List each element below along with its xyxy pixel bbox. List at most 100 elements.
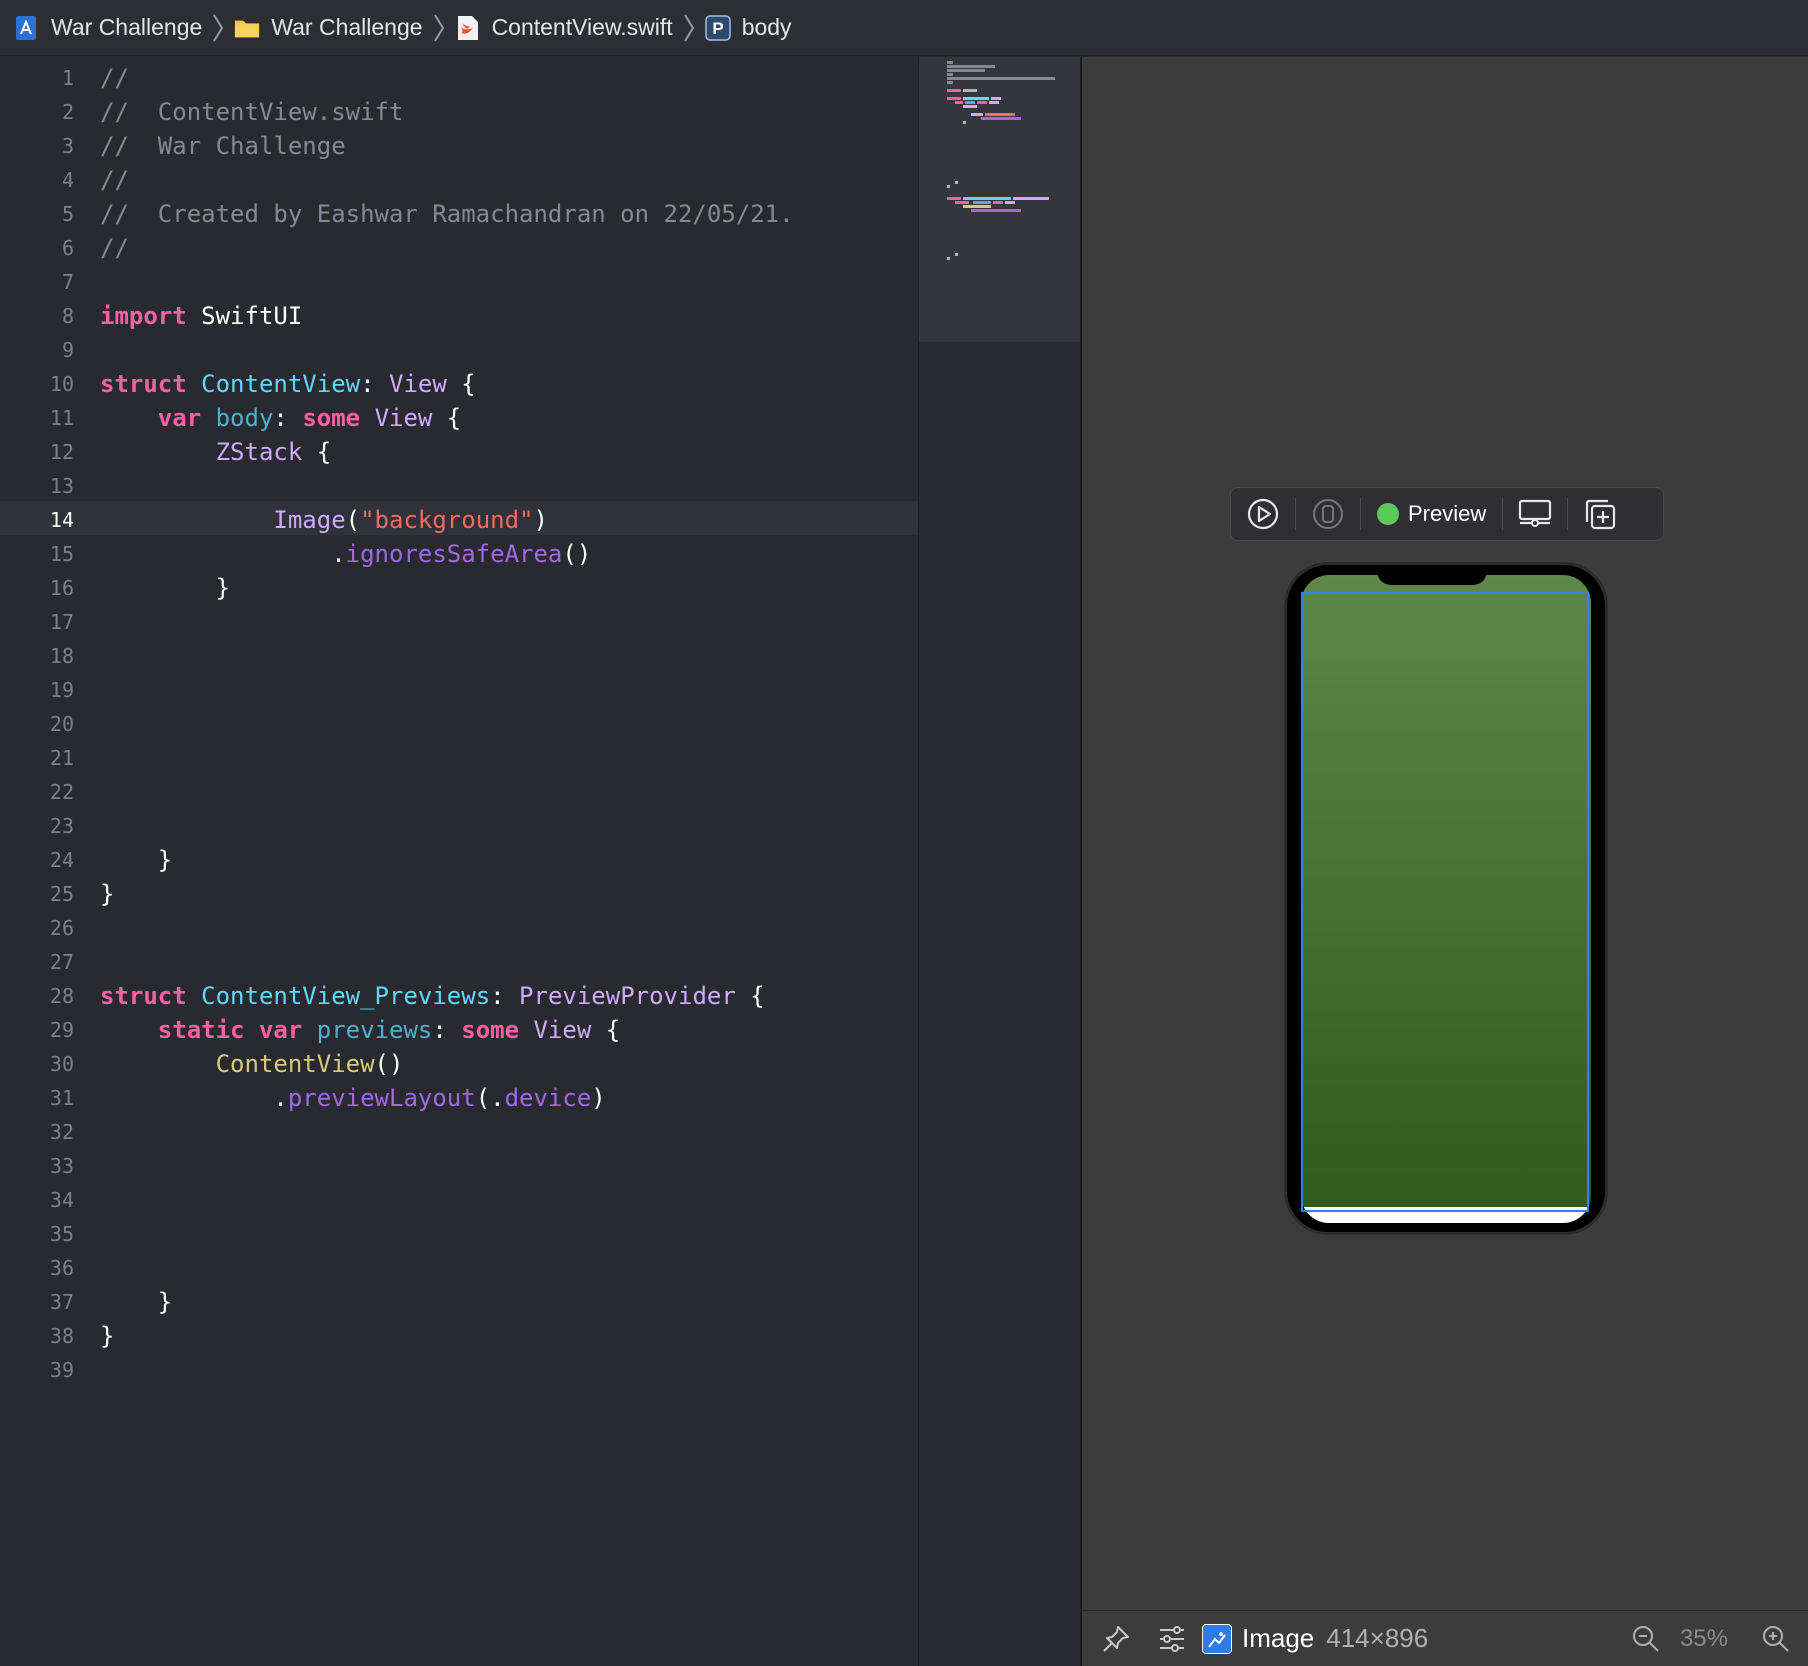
pin-preview-button[interactable]: [1096, 1619, 1136, 1659]
line-number: 4: [61, 168, 74, 192]
line-number: 34: [49, 1188, 74, 1212]
line-number: 9: [61, 338, 74, 362]
inspected-element-size: 414×896: [1326, 1623, 1429, 1653]
code-token: {: [302, 438, 332, 466]
code-token: (.: [475, 1084, 505, 1112]
breadcrumb-item-project[interactable]: War Challenge: [14, 0, 202, 56]
code-token: SwiftUI: [186, 302, 303, 330]
code-token: ContentView: [201, 370, 361, 398]
code-line[interactable]: //: [100, 163, 129, 197]
code-line[interactable]: // War Challenge: [100, 129, 346, 163]
zoom-out-button[interactable]: [1626, 1619, 1666, 1659]
pin-icon: [1103, 1625, 1129, 1652]
code-token: some: [461, 1016, 520, 1044]
code-line[interactable]: ContentView(): [100, 1047, 404, 1081]
breadcrumb: War Challenge War Challenge ContentView.…: [0, 0, 1808, 56]
duplicate-preview-button[interactable]: [1568, 488, 1632, 540]
code-token: body: [215, 404, 274, 432]
preview-canvas[interactable]: Preview Image 414×896 35%: [1080, 57, 1808, 1666]
code-token: var: [258, 1016, 303, 1044]
code-editor[interactable]: 1 2 3 4 5 6 7 8 9 10 11 12 13 14 15 16 17 18 19 20 21 22 23 24 2…: [0, 57, 918, 1666]
code-line[interactable]: //: [100, 231, 129, 265]
code-line[interactable]: .ignoresSafeArea(): [100, 537, 591, 571]
code-token: // War Challenge: [100, 132, 346, 160]
code-line[interactable]: var body: some View {: [100, 401, 461, 435]
code-token: static: [157, 1016, 245, 1044]
code-line[interactable]: }: [100, 877, 114, 911]
code-line[interactable]: import SwiftUI: [100, 299, 302, 333]
code-token: some: [302, 404, 361, 432]
line-number: 7: [61, 270, 74, 294]
swift-file-icon: [455, 15, 481, 41]
code-token: device: [504, 1084, 592, 1112]
code-token: ): [533, 506, 548, 534]
line-number: 15: [49, 542, 74, 566]
line-number: 1: [61, 66, 74, 90]
preview-on-device-icon: [1313, 499, 1343, 529]
code-token: {: [432, 404, 462, 432]
chevron-right-icon: [213, 13, 224, 42]
code-token: :: [360, 370, 390, 398]
line-number: 22: [49, 780, 74, 804]
code-token: (): [562, 540, 592, 568]
line-number: 14: [49, 508, 74, 532]
code-token: struct: [100, 370, 187, 398]
live-preview-button[interactable]: [1231, 488, 1295, 540]
code-line[interactable]: }: [100, 843, 172, 877]
code-line[interactable]: // ContentView.swift: [100, 95, 403, 129]
code-line[interactable]: }: [100, 1285, 172, 1319]
preview-label: Preview: [1408, 501, 1487, 526]
zoom-out-icon: [1632, 1625, 1659, 1652]
code-line[interactable]: }: [100, 571, 230, 605]
line-number: 31: [49, 1086, 74, 1110]
code-line[interactable]: struct ContentView: View {: [100, 367, 476, 401]
line-number: 30: [49, 1052, 74, 1076]
breadcrumb-item-folder[interactable]: War Challenge: [234, 0, 423, 56]
code-token: "background": [360, 506, 534, 534]
chevron-right-icon: [683, 13, 694, 42]
code-token: ignoresSafeArea: [345, 540, 563, 568]
code-line[interactable]: .previewLayout(.device): [100, 1081, 605, 1115]
canvas-settings-button[interactable]: [1152, 1619, 1192, 1659]
code-token: PreviewProvider: [519, 982, 736, 1010]
code-token: }: [100, 574, 231, 602]
code-line[interactable]: //: [100, 61, 129, 95]
code-token: }: [100, 1288, 173, 1316]
line-number: 20: [49, 712, 74, 736]
preview-on-device-button[interactable]: [1296, 488, 1360, 540]
code-line[interactable]: struct ContentView_Previews: PreviewProv…: [100, 979, 765, 1013]
breadcrumb-item-symbol[interactable]: P body: [704, 0, 792, 56]
code-line[interactable]: // Created by Eashwar Ramachandran on 22…: [100, 197, 794, 231]
code-line[interactable]: Image("background"): [100, 503, 548, 537]
code-token: View: [374, 404, 433, 432]
code-line[interactable]: static var previews: some View {: [100, 1013, 620, 1047]
code-token: //: [100, 234, 129, 262]
line-number: 27: [49, 950, 74, 974]
line-number: 11: [49, 406, 74, 430]
code-token: :: [273, 404, 303, 432]
selected-image-outline[interactable]: [1301, 592, 1589, 1212]
code-line[interactable]: }: [100, 1319, 114, 1353]
line-number: 19: [49, 678, 74, 702]
svg-text:P: P: [712, 19, 723, 38]
zoom-in-button[interactable]: [1756, 1619, 1796, 1659]
property-icon: P: [704, 14, 731, 41]
breadcrumb-item-file[interactable]: ContentView.swift: [455, 0, 673, 56]
breadcrumb-label: War Challenge: [271, 14, 423, 40]
line-number: 21: [49, 746, 74, 770]
line-number: 29: [49, 1018, 74, 1042]
code-line[interactable]: ZStack {: [100, 435, 332, 469]
line-number: 24: [49, 848, 74, 872]
line-number: 35: [49, 1222, 74, 1246]
sliders-icon: [1160, 1625, 1184, 1652]
folder-icon: [234, 15, 260, 41]
device-settings-button[interactable]: [1503, 488, 1567, 540]
code-token: {: [735, 982, 765, 1010]
minimap[interactable]: [918, 57, 1080, 1666]
preview-status[interactable]: Preview: [1361, 488, 1502, 540]
